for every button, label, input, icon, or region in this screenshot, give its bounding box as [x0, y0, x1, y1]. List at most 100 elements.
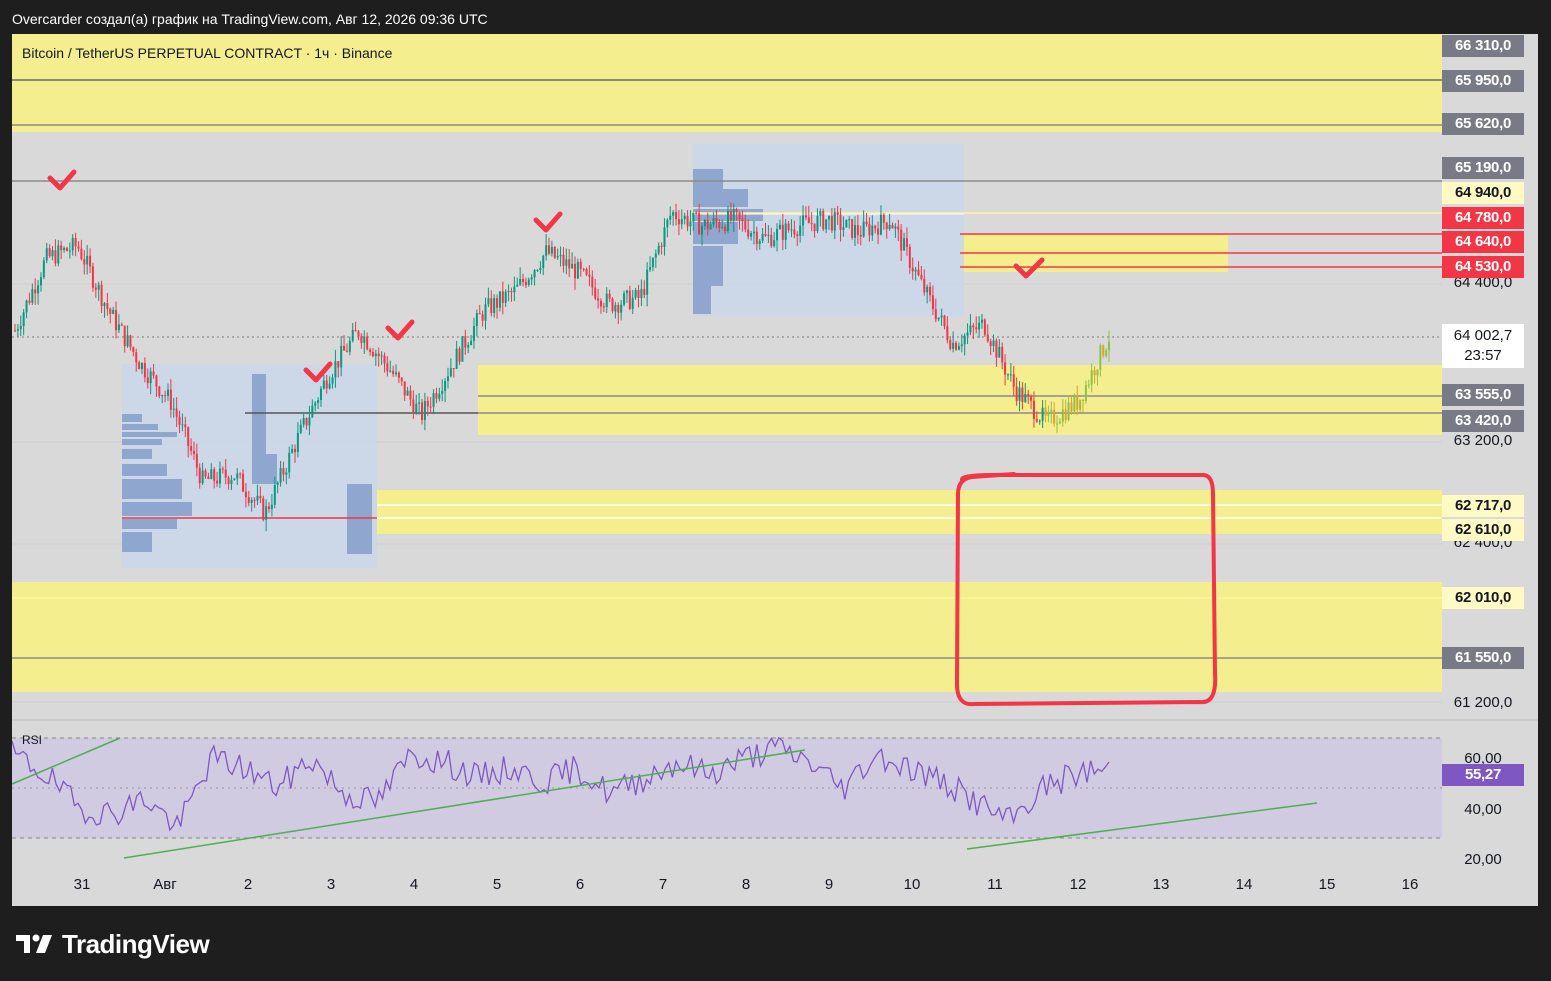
candle-body: [481, 314, 484, 321]
candle-body: [319, 388, 322, 401]
candle-body: [395, 372, 398, 375]
candle-body: [317, 400, 320, 403]
candle-body: [16, 329, 19, 331]
candle-body: [371, 351, 374, 357]
price-level-label[interactable]: 63 420,0: [1442, 410, 1524, 432]
candle-body: [894, 226, 897, 229]
price-chart-canvas[interactable]: [12, 34, 1538, 906]
candle-body: [851, 219, 854, 238]
candle-body: [91, 266, 94, 288]
candle-body: [406, 390, 409, 396]
candle-body: [464, 336, 467, 348]
candle-body: [74, 237, 77, 247]
check-mark-icon: [47, 169, 77, 191]
candle-body: [1099, 345, 1102, 370]
price-axis-tick: 63 200,0: [1453, 432, 1513, 449]
candle-body: [897, 226, 900, 230]
chart-header-attribution: Overcarder создал(а) график на TradingVi…: [12, 11, 488, 27]
time-axis-tick: 10: [903, 876, 921, 893]
candle-body: [48, 248, 51, 257]
price-level-label[interactable]: 65 950,0: [1442, 70, 1524, 92]
price-level-label[interactable]: 65 190,0: [1442, 157, 1524, 179]
price-level-label[interactable]: 62 010,0: [1442, 587, 1524, 609]
rsi-indicator-label[interactable]: RSI: [22, 733, 42, 747]
candle-body: [545, 245, 548, 256]
candle-body: [161, 395, 164, 397]
candle-body: [83, 259, 86, 265]
chart-area[interactable]: Bitcoin / TetherUS PERPETUAL CONTRACT · …: [12, 34, 1538, 906]
candle-body: [106, 303, 109, 309]
candle-body: [683, 215, 686, 220]
candle-body: [331, 377, 334, 384]
candle-body: [198, 467, 201, 484]
candle-body: [519, 278, 522, 285]
candle-body: [758, 240, 761, 244]
candle-body: [969, 325, 972, 333]
candle-body: [195, 454, 198, 468]
price-level-label[interactable]: 64 780,0: [1442, 207, 1524, 229]
candle-body: [169, 389, 172, 410]
candle-body: [623, 293, 626, 305]
candle-body: [940, 315, 943, 318]
candle-body: [1001, 346, 1004, 363]
candle-body: [715, 217, 718, 223]
zone-lower: [377, 490, 1442, 534]
candle-body: [614, 305, 617, 312]
candle-body: [308, 417, 311, 426]
candle-body: [449, 368, 452, 377]
candle-body: [640, 288, 643, 298]
symbol-title[interactable]: Bitcoin / TetherUS PERPETUAL CONTRACT · …: [22, 45, 392, 61]
candle-body: [432, 393, 435, 407]
candle-body: [1064, 409, 1067, 420]
price-level-label[interactable]: 63 555,0: [1442, 384, 1524, 406]
rsi-pane[interactable]: [12, 736, 1442, 859]
candle-body: [703, 220, 706, 227]
price-level-label[interactable]: 61 550,0: [1442, 647, 1524, 669]
candle-body: [784, 223, 787, 240]
candle-body: [493, 298, 496, 313]
candle-body: [149, 371, 152, 384]
price-level-label[interactable]: 65 620,0: [1442, 113, 1524, 135]
candle-body: [63, 247, 66, 251]
price-level-label[interactable]: 66 310,0: [1442, 35, 1524, 57]
candle-body: [400, 377, 403, 382]
check-mark-icon: [533, 211, 563, 233]
candle-body: [1009, 374, 1012, 376]
candle-body: [1024, 393, 1027, 403]
candle-body: [1030, 396, 1033, 401]
price-level-label[interactable]: 64 940,0: [1442, 182, 1524, 204]
candle-body: [141, 363, 144, 370]
candle-body: [793, 229, 796, 235]
candle-body: [848, 219, 851, 221]
price-level-label[interactable]: 64 530,0: [1442, 256, 1524, 278]
candle-body: [100, 284, 103, 307]
time-axis-tick: 8: [741, 876, 751, 893]
candle-body: [86, 255, 89, 265]
time-axis-tick: 13: [1152, 876, 1170, 893]
candle-body: [412, 399, 415, 414]
price-level-label[interactable]: 64 640,0: [1442, 231, 1524, 253]
candle-body: [158, 386, 161, 397]
candle-body: [276, 482, 279, 485]
candle-body: [213, 469, 216, 481]
candle-body: [152, 371, 155, 376]
candle-body: [952, 342, 955, 349]
candle-body: [611, 298, 614, 312]
candle-body: [441, 390, 444, 394]
candle-body: [224, 469, 227, 478]
candle-body: [28, 300, 31, 303]
candle-body: [675, 212, 678, 220]
candle-body: [903, 238, 906, 251]
price-level-label[interactable]: 62 717,0: [1442, 495, 1524, 517]
candle-body: [501, 291, 504, 303]
tradingview-logo[interactable]: TradingView: [16, 929, 210, 959]
candle-body: [325, 380, 328, 389]
candle-body: [218, 468, 221, 484]
candle-body: [109, 308, 112, 314]
candle-body: [1038, 420, 1041, 422]
candle-body: [802, 215, 805, 226]
candle-body: [579, 261, 582, 269]
candle-body: [669, 215, 672, 220]
price-level-label[interactable]: 62 610,0: [1442, 519, 1524, 541]
candle-body: [1035, 418, 1038, 422]
